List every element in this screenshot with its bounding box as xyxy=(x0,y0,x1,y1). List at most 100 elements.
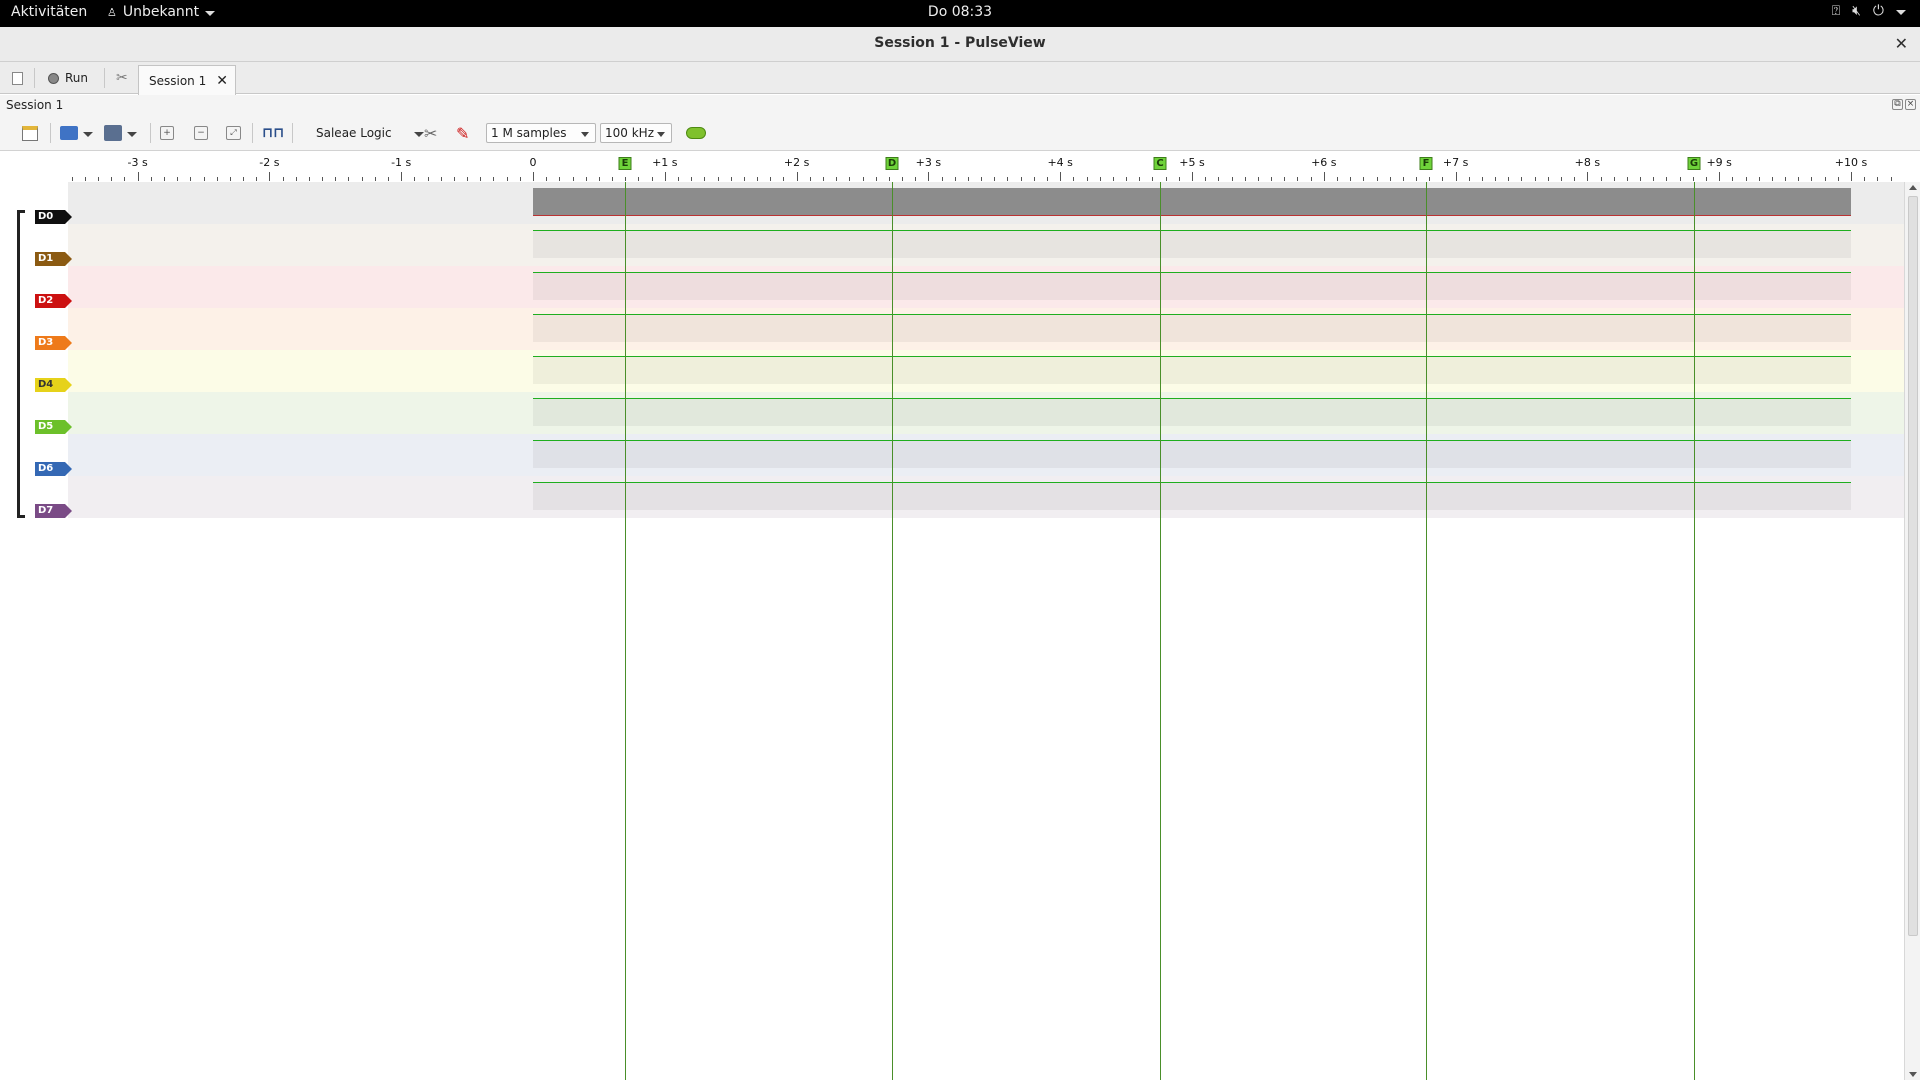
close-window-button[interactable]: ✕ xyxy=(1895,34,1908,53)
chevron-down-icon xyxy=(657,132,665,137)
ruler-minor-tick xyxy=(1350,177,1351,181)
ruler-minor-tick xyxy=(1047,177,1048,181)
ruler-minor-tick xyxy=(994,177,995,181)
ruler-minor-tick xyxy=(190,177,191,181)
cursor-line-c[interactable] xyxy=(1160,182,1161,1080)
ruler-minor-tick xyxy=(1442,177,1443,181)
ruler-minor-tick xyxy=(177,177,178,181)
activities-button[interactable]: Aktivitäten xyxy=(11,4,87,20)
channel-label-d1[interactable]: D1 xyxy=(35,252,72,266)
ruler-minor-tick xyxy=(256,177,257,181)
app-menu[interactable]: ♙ Unbekannt xyxy=(107,4,216,20)
settings-button[interactable]: ✂ xyxy=(110,67,134,89)
ruler-minor-tick xyxy=(1311,177,1312,181)
ruler-minor-tick xyxy=(283,177,284,181)
vertical-scrollbar[interactable] xyxy=(1904,182,1920,1080)
ruler-minor-tick xyxy=(322,177,323,181)
new-view-button[interactable] xyxy=(22,123,38,143)
ruler-minor-tick xyxy=(1232,177,1233,181)
new-session-button[interactable] xyxy=(6,67,29,89)
channel-label-d2[interactable]: D2 xyxy=(35,294,72,308)
cursor-line-d[interactable] xyxy=(892,182,893,1080)
channel-label-d6[interactable]: D6 xyxy=(35,462,72,476)
channel-label-d5[interactable]: D5 xyxy=(35,420,72,434)
ruler-minor-tick xyxy=(876,177,877,181)
cursor-marker-g[interactable]: G xyxy=(1687,157,1701,170)
channel-label-d3[interactable]: D3 xyxy=(35,336,72,350)
tab-bar: Run ✂ Session 1 ✕ xyxy=(0,62,1920,95)
ruler-minor-tick xyxy=(586,177,587,181)
cursor-line-g[interactable] xyxy=(1694,182,1695,1080)
scrollbar-thumb[interactable] xyxy=(1908,196,1918,936)
time-ruler[interactable]: -3 s -2 s -1 s 0 +1 s +2 s +3 s +4 s +5 s +6 s +7 … xyxy=(0,152,1904,182)
configure-device-button[interactable]: ✂ xyxy=(424,123,437,143)
ruler-minor-tick xyxy=(1811,177,1812,181)
ruler-minor-tick xyxy=(1680,177,1681,181)
volume-icon: 🔇︎ xyxy=(1852,3,1861,19)
ruler-minor-tick xyxy=(1561,177,1562,181)
system-tray[interactable]: ⍰ 🔇︎ ⏻ xyxy=(1832,3,1906,19)
sample-count-select[interactable]: 1 M samples xyxy=(486,123,596,143)
channel-label-d7[interactable]: D7 xyxy=(35,504,72,518)
show-cursors-button[interactable]: ⊓⊓ xyxy=(262,123,284,143)
ruler-tick-label: +2 s xyxy=(783,156,810,169)
ruler-minor-tick xyxy=(348,177,349,181)
gnome-top-bar: Aktivitäten ♙ Unbekannt Do 08:33 ⍰ 🔇︎ ⏻ xyxy=(0,0,1920,27)
channel-label-d4[interactable]: D4 xyxy=(35,378,72,392)
cursor-marker-f[interactable]: F xyxy=(1419,157,1433,170)
add-decoder-button[interactable] xyxy=(686,123,706,143)
ruler-tick-label: +4 s xyxy=(1047,156,1073,169)
channel-sample-area xyxy=(533,356,1851,384)
ruler-minor-tick xyxy=(467,177,468,181)
run-button[interactable]: Run xyxy=(42,67,94,89)
ruler-minor-tick xyxy=(441,177,442,181)
ruler-minor-tick xyxy=(428,177,429,181)
ruler-minor-tick xyxy=(1245,177,1246,181)
configure-channels-button[interactable]: ✎ xyxy=(456,123,469,143)
ruler-minor-tick xyxy=(388,177,389,181)
clock[interactable]: Do 08:33 xyxy=(0,4,1920,20)
ruler-minor-tick xyxy=(1073,177,1074,181)
zoom-in-button[interactable]: + xyxy=(160,123,174,143)
save-icon xyxy=(104,125,122,141)
close-tab-icon[interactable]: ✕ xyxy=(216,73,228,89)
zoom-fit-button[interactable]: ⤢ xyxy=(226,123,241,143)
ruler-minor-tick xyxy=(243,177,244,181)
ruler-minor-tick xyxy=(1337,177,1338,181)
cursor-line-f[interactable] xyxy=(1426,182,1427,1080)
close-dock-icon[interactable]: × xyxy=(1905,99,1916,110)
ruler-minor-tick xyxy=(1825,177,1826,181)
wrench-screwdriver-icon: ✂ xyxy=(424,123,438,143)
ruler-minor-tick xyxy=(1706,177,1707,181)
scroll-up-arrow-icon[interactable] xyxy=(1909,185,1917,190)
samplerate-select[interactable]: 100 kHz xyxy=(600,123,672,143)
trace-view[interactable]: D0 D1 D2 D3 D4 D5 D6 D7 xyxy=(0,182,1904,1080)
ruler-minor-tick xyxy=(1759,177,1760,181)
separator xyxy=(104,68,105,88)
zoom-out-button[interactable]: − xyxy=(194,123,208,143)
save-button[interactable] xyxy=(104,123,137,143)
cursor-line-e[interactable] xyxy=(625,182,626,1080)
ruler-minor-tick xyxy=(335,177,336,181)
float-dock-icon[interactable]: ⧉ xyxy=(1892,99,1903,110)
cursor-marker-d[interactable]: D xyxy=(885,157,899,170)
ruler-minor-tick xyxy=(810,177,811,181)
channel-label-d0[interactable]: D0 xyxy=(35,210,72,224)
ruler-minor-tick xyxy=(1139,177,1140,181)
tab-session-1[interactable]: Session 1 ✕ xyxy=(138,65,236,95)
cursor-marker-c[interactable]: C xyxy=(1153,157,1167,170)
ruler-minor-tick xyxy=(85,177,86,181)
ruler-minor-tick xyxy=(72,177,73,181)
ruler-minor-tick xyxy=(1205,177,1206,181)
ruler-major-tick xyxy=(928,172,929,181)
ruler-minor-tick xyxy=(507,177,508,181)
ruler-minor-tick xyxy=(1877,177,1878,181)
device-selector[interactable]: Saleae Logic xyxy=(316,123,424,143)
network-icon: ⍰ xyxy=(1831,3,1841,19)
cursor-marker-e[interactable]: E xyxy=(618,157,632,170)
probe-icon: ✎ xyxy=(456,123,470,143)
scroll-down-arrow-icon[interactable] xyxy=(1909,1072,1917,1077)
open-button[interactable] xyxy=(60,123,93,143)
ruler-minor-tick xyxy=(1390,177,1391,181)
ruler-minor-tick xyxy=(1218,177,1219,181)
